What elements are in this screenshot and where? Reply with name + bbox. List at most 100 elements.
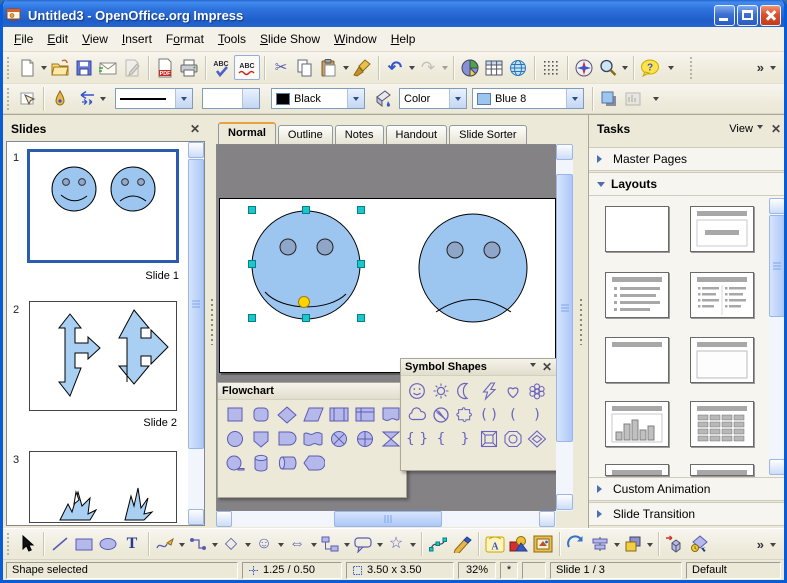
section-master-pages[interactable]: Master Pages <box>589 147 787 171</box>
tasks-splitter[interactable] <box>573 115 588 528</box>
basic-shapes-dropdown-arrow[interactable] <box>245 543 251 550</box>
tasks-view-button[interactable]: View <box>729 123 753 135</box>
fill-type-select[interactable]: Color <box>399 88 467 109</box>
menu-window[interactable]: Window <box>327 28 384 50</box>
minimize-button[interactable] <box>714 5 735 26</box>
scrollbar-thumb[interactable] <box>188 159 204 449</box>
save-button[interactable] <box>72 55 96 80</box>
rotate-button[interactable] <box>564 532 588 557</box>
chart-button[interactable] <box>458 55 482 80</box>
heart-icon[interactable] <box>501 380 526 403</box>
menu-edit[interactable]: Edit <box>40 28 75 50</box>
arrow-style-dropdown-arrow[interactable] <box>100 97 106 104</box>
from-file-button[interactable] <box>507 532 531 557</box>
layout-title-chart[interactable] <box>605 401 669 447</box>
tab-handout[interactable]: Handout <box>386 125 448 144</box>
octagon-bevel-icon[interactable] <box>501 428 526 451</box>
line-tool[interactable] <box>48 532 72 557</box>
selection-handle-ne[interactable] <box>357 206 365 214</box>
line-color-select[interactable]: Black <box>271 88 365 109</box>
symbol-shapes-close-icon[interactable]: ✕ <box>542 360 552 374</box>
flower-icon[interactable] <box>525 380 550 403</box>
menu-help[interactable]: Help <box>384 28 423 50</box>
toolbar-overflow-arrow[interactable] <box>770 66 776 73</box>
scroll-left-button[interactable] <box>216 511 232 527</box>
symbol-shapes-tool[interactable]: ☺ <box>252 532 276 557</box>
flowchart-off-page-connector[interactable] <box>249 428 274 451</box>
scrollbar-thumb[interactable] <box>334 511 442 527</box>
section-custom-animation[interactable]: Custom Animation <box>589 477 787 501</box>
toolbar-grip[interactable] <box>6 57 11 79</box>
symbol-shapes-dropdown-arrow[interactable] <box>278 543 284 550</box>
layout-title-table[interactable] <box>690 401 754 447</box>
scroll-up-button[interactable] <box>769 198 785 214</box>
tasks-view-dropdown-arrow[interactable] <box>757 125 763 132</box>
flowchart-process[interactable] <box>223 404 248 427</box>
canvas-hscrollbar[interactable] <box>216 511 556 527</box>
tab-notes[interactable]: Notes <box>335 125 384 144</box>
line-width-input[interactable] <box>202 88 260 109</box>
curve-dropdown-arrow[interactable] <box>179 543 185 550</box>
flowchart-display[interactable] <box>301 452 326 475</box>
square-bevel-icon[interactable] <box>477 428 502 451</box>
new-document-button[interactable] <box>15 55 39 80</box>
tab-outline[interactable]: Outline <box>278 125 333 144</box>
table-button[interactable] <box>482 55 506 80</box>
line-color-dropdown-arrow[interactable] <box>347 89 364 108</box>
sun-icon[interactable] <box>429 380 454 403</box>
status-zoom[interactable]: 32% <box>458 562 496 579</box>
interaction-button[interactable] <box>687 532 711 557</box>
zoom-button[interactable] <box>596 55 620 80</box>
layout-title-content-frame[interactable] <box>690 337 754 383</box>
menu-view[interactable]: View <box>75 28 115 50</box>
copy-button[interactable] <box>293 55 317 80</box>
slides-panel-close-icon[interactable]: ✕ <box>190 122 200 136</box>
fill-color-select[interactable]: Blue 8 <box>472 88 584 109</box>
ellipse-tool[interactable] <box>96 532 120 557</box>
toolbar-options-arrow[interactable] <box>653 97 659 104</box>
flowchart-decision[interactable] <box>275 404 300 427</box>
menu-format[interactable]: Format <box>159 28 211 50</box>
help-button[interactable]: ? <box>638 55 662 80</box>
slide-page[interactable] <box>219 198 556 373</box>
flowchart-alternate-process[interactable] <box>249 404 274 427</box>
export-pdf-button[interactable]: PDF <box>153 55 177 80</box>
select-tool[interactable] <box>15 532 39 557</box>
autospellcheck-button[interactable]: ABC <box>234 55 260 80</box>
open-button[interactable] <box>48 55 72 80</box>
redo-button[interactable]: ↷ <box>416 55 440 80</box>
flowchart-summing-junction[interactable] <box>353 428 378 451</box>
line-style-select[interactable] <box>115 88 193 109</box>
block-arrows-tool[interactable]: ⇔ <box>285 532 309 557</box>
paste-dropdown-arrow[interactable] <box>343 66 349 73</box>
symbol-shapes-dropdown-arrow[interactable] <box>530 363 536 370</box>
flowchart-or[interactable] <box>327 428 352 451</box>
scroll-right-button[interactable] <box>539 511 555 527</box>
double-brace-icon[interactable]: { } <box>405 428 430 451</box>
tab-slide-sorter[interactable]: Slide Sorter <box>449 125 526 144</box>
toolbar-grip[interactable] <box>689 57 694 79</box>
section-slide-transition[interactable]: Slide Transition <box>589 502 787 526</box>
line-width-value[interactable] <box>203 89 242 108</box>
slide-1-thumbnail[interactable] <box>27 149 179 263</box>
layout-title-only[interactable] <box>605 337 669 383</box>
line-style-dropdown-arrow[interactable] <box>175 89 192 108</box>
layouts-scrollbar[interactable] <box>769 198 785 475</box>
extrusion-toggle-button[interactable] <box>663 532 687 557</box>
diamond-bevel-icon[interactable] <box>525 428 550 451</box>
flowchart-tool[interactable] <box>318 532 342 557</box>
slides-splitter[interactable] <box>208 115 216 528</box>
right-bracket-icon[interactable]: ) <box>525 404 550 427</box>
connector-dropdown-arrow[interactable] <box>212 543 218 550</box>
connector-tool[interactable] <box>186 532 210 557</box>
stars-tool[interactable]: ☆ <box>384 532 408 557</box>
symbol-shapes-titlebar[interactable]: Symbol Shapes ✕ <box>401 359 556 376</box>
toolbar-overflow-arrow[interactable] <box>770 543 776 550</box>
flowchart-sequential-access[interactable] <box>223 452 248 475</box>
maximize-button[interactable] <box>737 5 758 26</box>
scrollbar-thumb[interactable] <box>769 215 785 317</box>
format-paintbrush-button[interactable] <box>350 55 374 80</box>
slide-2-thumbnail[interactable] <box>29 301 177 411</box>
undo-button[interactable]: ↶ <box>383 55 407 80</box>
selection-handle-e[interactable] <box>357 260 365 268</box>
